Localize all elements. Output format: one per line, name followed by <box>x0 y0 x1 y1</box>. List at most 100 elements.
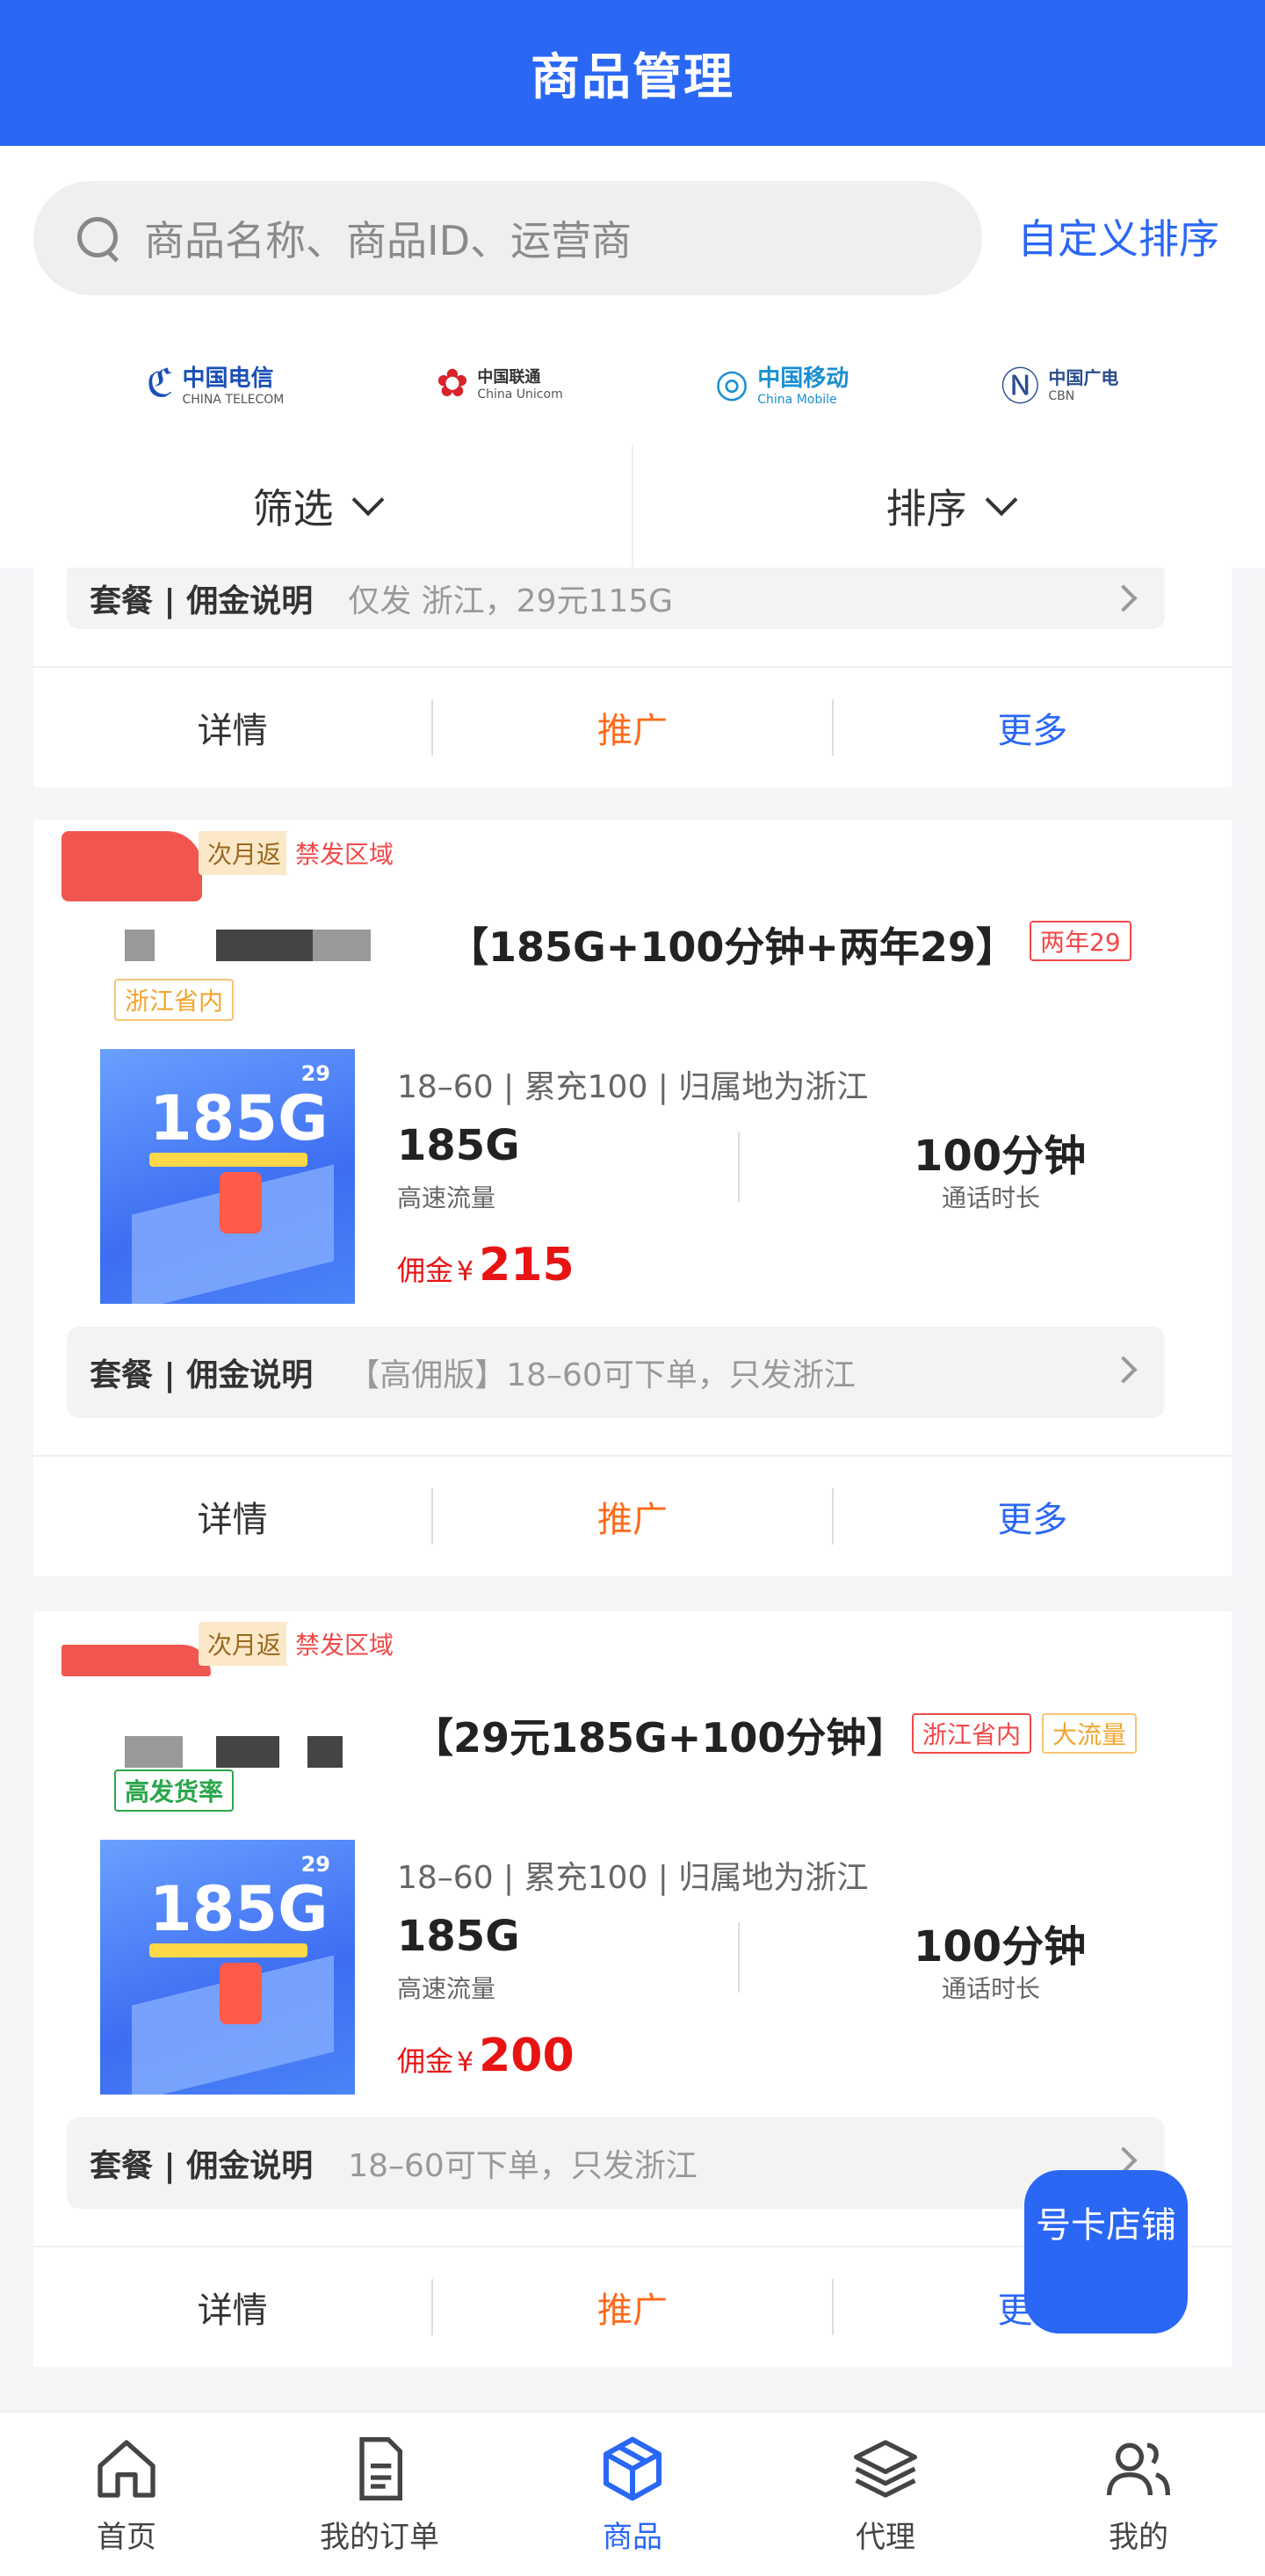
tab-agent[interactable]: 代理 <box>759 2413 1012 2576</box>
divider <box>738 1922 740 1993</box>
thumb-stripe <box>149 1943 307 1957</box>
product-image: 29 185G <box>100 1049 355 1304</box>
call-value: 100分钟 <box>914 1922 1087 1972</box>
carrier-name: 中国广电 <box>1048 366 1119 388</box>
currency-symbol: ¥ <box>457 2047 474 2078</box>
bottom-tabbar: 首页 我的订单 商品 代理 我的 <box>0 2411 1265 2576</box>
product-info: 18–60 | 累充100 | 归属地为浙江 <box>397 1069 869 1105</box>
carrier-cbn[interactable]: Ⓝ 中国广电 CBN <box>1001 355 1118 411</box>
package-info-row[interactable]: 套餐 | 佣金说明 18–60可下单，只发浙江 <box>67 2117 1165 2209</box>
carrier-name: 中国电信 <box>182 365 274 392</box>
filter-label: 筛选 <box>252 485 334 532</box>
commission-label: 佣金 <box>397 1254 454 1287</box>
card-actions: 详情 推广 更多 <box>33 666 1232 787</box>
product-title: 【185G+100分钟+两年29】 <box>448 923 1016 971</box>
commission: 佣金 ¥ 200 <box>397 2030 575 2082</box>
filter-button[interactable]: 筛选 <box>0 445 632 568</box>
filter-bar: 筛选 排序 <box>0 445 1265 568</box>
tag-province: 浙江省内 <box>114 979 235 1021</box>
carrier-sub: CBN <box>1048 388 1075 403</box>
redacted-block <box>216 930 313 961</box>
search-area: 商品名称、商品ID、运营商 自定义排序 ℭ 中国电信 CHINA TELECOM… <box>0 146 1265 445</box>
telecom-logo-icon: ℭ <box>146 360 174 406</box>
commission: 佣金 ¥ 215 <box>397 1239 575 1292</box>
search-input[interactable]: 商品名称、商品ID、运营商 <box>33 181 982 295</box>
phone-icon <box>220 1963 262 2024</box>
carrier-name: 中国联通 <box>477 368 541 387</box>
package-label: 套餐 | 佣金说明 <box>90 1357 314 1393</box>
more-button[interactable]: 更多 <box>834 702 1232 753</box>
tag-next-month: 次月返 <box>199 1622 291 1666</box>
carrier-sub: China Mobile <box>757 392 837 407</box>
flow-label: 高速流量 <box>397 1974 496 2003</box>
tag-two-year: 两年29 <box>1030 921 1131 961</box>
detail-button[interactable]: 详情 <box>33 2282 431 2333</box>
thumb-data: 185G <box>149 1082 329 1154</box>
package-text: 18–60可下单，只发浙江 <box>348 2148 698 2184</box>
sort-button[interactable]: 排序 <box>633 445 1265 568</box>
call-label: 通话时长 <box>942 1974 1041 2003</box>
carrier-telecom[interactable]: ℭ 中国电信 CHINA TELECOM <box>147 360 285 407</box>
redacted-block <box>125 1736 183 1768</box>
carrier-sub: China Unicom <box>477 387 563 402</box>
box-icon <box>604 2436 661 2500</box>
layers-icon <box>854 2439 917 2498</box>
cbn-logo-icon: Ⓝ <box>1001 365 1040 409</box>
carrier-sub: CHINA TELECOM <box>182 392 285 407</box>
shop-float-button[interactable]: 号卡店铺 <box>1024 2170 1188 2334</box>
tag-big-data: 大流量 <box>1042 1713 1138 1754</box>
flow-label: 高速流量 <box>397 1183 496 1212</box>
package-info-row[interactable]: 套餐 | 佣金说明 仅发 浙江，29元115G <box>67 568 1165 629</box>
custom-sort-link[interactable]: 自定义排序 <box>1017 207 1219 265</box>
chevron-right-icon <box>1110 584 1138 612</box>
carrier-row: ℭ 中国电信 CHINA TELECOM ✿ 中国联通 China Unicom… <box>0 322 1265 445</box>
tab-label: 我的订单 <box>320 2519 439 2555</box>
tab-orders[interactable]: 我的订单 <box>253 2413 506 2576</box>
tag-restricted-area: 禁发区域 <box>286 1622 403 1666</box>
commission-value: 200 <box>479 2030 575 2082</box>
commission-value: 215 <box>479 1239 575 1292</box>
package-label: 套餐 | 佣金说明 <box>90 2148 314 2184</box>
sort-label: 排序 <box>886 485 967 532</box>
call-value: 100分钟 <box>914 1132 1087 1181</box>
search-icon <box>76 215 121 261</box>
carrier-unicom[interactable]: ✿ 中国联通 China Unicom <box>436 361 562 406</box>
thumb-data: 185G <box>149 1873 329 1945</box>
promote-button[interactable]: 推广 <box>433 702 831 753</box>
promote-button[interactable]: 推广 <box>433 1491 831 1542</box>
redacted-block <box>125 930 155 961</box>
tab-products[interactable]: 商品 <box>506 2413 759 2576</box>
package-info-row[interactable]: 套餐 | 佣金说明 【高佣版】18–60可下单，只发浙江 <box>67 1327 1165 1418</box>
carrier-name: 中国移动 <box>757 365 849 392</box>
phone-icon <box>220 1172 262 1234</box>
header-bar: 商品管理 <box>0 0 1265 146</box>
redacted-block <box>61 831 202 901</box>
thumb-stripe <box>149 1153 307 1167</box>
commission-label: 佣金 <box>397 2044 454 2078</box>
currency-symbol: ¥ <box>457 1256 474 1287</box>
package-label: 套餐 | 佣金说明 <box>90 583 314 619</box>
detail-button[interactable]: 详情 <box>33 702 431 753</box>
tag-next-month: 次月返 <box>199 831 291 875</box>
divider <box>738 1132 740 1202</box>
tab-home[interactable]: 首页 <box>0 2413 253 2576</box>
tag-restricted-area: 禁发区域 <box>286 831 403 875</box>
mobile-logo-icon: ◎ <box>714 360 749 406</box>
page-title: 商品管理 <box>531 48 734 106</box>
product-image: 29 185G <box>100 1840 355 2095</box>
tag-high-shipping: 高发货率 <box>114 1769 235 1812</box>
tab-label: 首页 <box>97 2519 156 2555</box>
tab-mine[interactable]: 我的 <box>1012 2413 1265 2576</box>
card-actions: 详情 推广 更多 <box>33 1455 1232 1576</box>
promote-button[interactable]: 推广 <box>433 2282 831 2333</box>
product-info: 18–60 | 累充100 | 归属地为浙江 <box>397 1860 869 1896</box>
flow-value: 185G <box>397 1912 520 1961</box>
chevron-down-icon <box>985 483 1017 517</box>
chevron-right-icon <box>1110 1356 1138 1384</box>
chevron-down-icon <box>351 483 384 517</box>
carrier-mobile[interactable]: ◎ 中国移动 China Mobile <box>715 360 849 407</box>
home-icon <box>98 2439 155 2498</box>
redacted-block <box>313 930 371 961</box>
detail-button[interactable]: 详情 <box>33 1491 431 1542</box>
more-button[interactable]: 更多 <box>834 1491 1232 1542</box>
